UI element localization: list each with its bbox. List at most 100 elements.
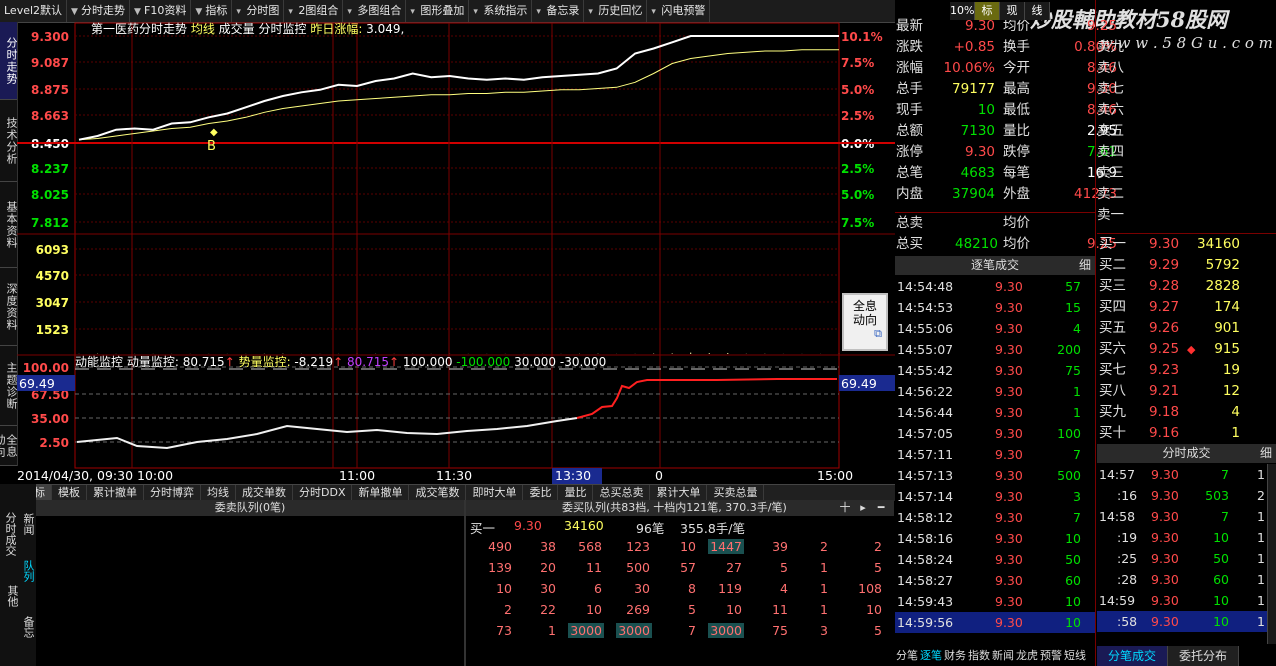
view-toggle-3[interactable]: 线 <box>1025 2 1050 20</box>
minute-trade-row[interactable]: 14:57 9.30 7 1 <box>1097 464 1267 485</box>
indicator-tab-13[interactable]: 累计大单 <box>650 485 708 501</box>
footer-tab-6[interactable]: 预警 <box>1039 646 1063 666</box>
trade-row[interactable]: 14:56:44 9.30 1 <box>895 402 1095 423</box>
indicator-tab-7[interactable]: 新单撤单 <box>352 485 410 501</box>
indicator-tab-11[interactable]: 量比 <box>558 485 594 501</box>
trade-time: 14:58:27 <box>897 573 954 588</box>
trade-row[interactable]: 14:56:22 9.30 1 <box>895 381 1095 402</box>
total-buy-vol: 48210 <box>955 236 998 252</box>
trade-row[interactable]: 14:55:42 9.30 75 <box>895 360 1095 381</box>
side-tab-1[interactable]: 新闻 <box>18 504 35 544</box>
trade-row[interactable]: 14:57:11 9.30 7 <box>895 444 1095 465</box>
indicator-tab-5[interactable]: 成交单数 <box>236 485 293 501</box>
toolbar-item-9[interactable]: ▾ 备忘录 <box>532 0 585 22</box>
indicator-tab-3[interactable]: 分时博弈 <box>144 485 201 501</box>
buy-level-price: 9.25 <box>1149 341 1180 357</box>
buy-level-label: 买四 <box>1099 299 1126 315</box>
trade-row[interactable]: 14:54:53 9.30 15 <box>895 297 1095 318</box>
indicator-tab-6[interactable]: 分时DDX <box>293 485 353 501</box>
trade-time: 14:57:11 <box>897 447 954 462</box>
toolbar-item-11[interactable]: ▾ 闪电预警 <box>647 0 711 22</box>
toolbar-item-2[interactable]: ▼ F10资料 <box>130 0 192 22</box>
indicator-tab-4[interactable]: 均线 <box>201 485 236 501</box>
toolbar-item-4[interactable]: ▾ 分时图 <box>232 0 285 22</box>
buy-level-label: 买一 <box>1099 236 1126 252</box>
footer-tab-2[interactable]: 财务 <box>943 646 967 666</box>
footer-right-tab-1[interactable]: 委托分布 <box>1168 646 1239 666</box>
side-tab-0[interactable]: 分时成交 <box>0 504 17 564</box>
footer-right-tab-0[interactable]: 分笔成交 <box>1097 646 1168 666</box>
buy-level-price: 9.26 <box>1149 320 1180 336</box>
trade-row[interactable]: 14:57:13 9.30 500 <box>895 465 1095 486</box>
minute-trade-row[interactable]: :25 9.30 50 1 <box>1097 548 1267 569</box>
left-tab-2[interactable]: 基本资料 <box>0 182 18 268</box>
side-tab-4[interactable]: 备忘 <box>18 602 35 652</box>
buy-level-row: 买一 9.30 34160 <box>1097 234 1276 255</box>
footer-tab-5[interactable]: 龙虎 <box>1015 646 1039 666</box>
secondary-side-tabs: 分时成交 新闻队列 其他 备忘 <box>0 484 36 666</box>
indicator-header-part-5: -8.219 <box>291 355 334 369</box>
stat-value: 7130 <box>960 123 995 139</box>
toolbar-item-7[interactable]: ▾ 图形叠加 <box>406 0 470 22</box>
left-tab-4[interactable]: 主题诊断 <box>0 346 18 426</box>
trades-detail-button[interactable]: 细 <box>1079 256 1091 275</box>
minute-trade-time: :19 <box>1117 530 1138 545</box>
buy-level-row: 买九 9.18 4 <box>1097 402 1276 423</box>
indicator-tab-14[interactable]: 买卖总量 <box>707 485 765 501</box>
minute-trades-detail-button[interactable]: 细 <box>1260 444 1272 463</box>
footer-tab-7[interactable]: 短线 <box>1063 646 1087 666</box>
side-tab-3[interactable]: 其他 <box>2 576 19 616</box>
indicator-tab-10[interactable]: 委比 <box>523 485 559 501</box>
footer-tab-4[interactable]: 新闻 <box>991 646 1015 666</box>
toolbar-item-0[interactable]: Level2默认 <box>0 0 68 22</box>
info-popup-button[interactable]: 全息动向 ⧉ <box>842 293 888 351</box>
scrollbar[interactable] <box>1267 464 1276 644</box>
queue-control-2[interactable]: ━ <box>872 500 890 516</box>
left-tab-3[interactable]: 深度资料 <box>0 268 18 346</box>
trade-row[interactable]: 14:57:05 9.30 100 <box>895 423 1095 444</box>
side-tab-2[interactable]: 队列 <box>18 549 35 593</box>
minute-trade-row[interactable]: 14:59 9.30 10 1 <box>1097 590 1267 611</box>
buy-one-buy1_avg: 355.8手/笔 <box>680 521 745 536</box>
indicator-tab-12[interactable]: 总买总卖 <box>593 485 651 501</box>
trade-row[interactable]: 14:54:48 9.30 57 <box>895 276 1095 297</box>
footer-tab-0[interactable]: 分笔 <box>895 646 919 666</box>
left-tab-0[interactable]: 分时走势 <box>0 22 18 100</box>
trade-row[interactable]: 14:58:12 9.30 7 <box>895 507 1095 528</box>
toolbar-item-10[interactable]: ▾ 历史回忆 <box>584 0 648 22</box>
trade-row[interactable]: 14:58:24 9.30 50 <box>895 549 1095 570</box>
minute-trade-row[interactable]: :16 9.30 503 2 <box>1097 485 1267 506</box>
trade-row[interactable]: 14:55:06 9.30 4 <box>895 318 1095 339</box>
minute-trade-row[interactable]: 14:58 9.30 7 1 <box>1097 506 1267 527</box>
minute-trade-row[interactable]: :28 9.30 60 1 <box>1097 569 1267 590</box>
indicator-tab-1[interactable]: 模板 <box>52 485 87 501</box>
indicator-tab-2[interactable]: 累计撤单 <box>87 485 144 501</box>
toolbar-item-1[interactable]: ▼ 分时走势 <box>67 0 131 22</box>
intraday-chart[interactable]: 9.30010.1%9.0877.5%8.8755.0%8.6632.5%8.4… <box>17 22 895 484</box>
left-tab-1[interactable]: 技术分析 <box>0 100 18 182</box>
queue-control-0[interactable]: 十 <box>836 500 854 516</box>
minute-trade-row[interactable]: :19 9.30 10 1 <box>1097 527 1267 548</box>
footer-tab-1[interactable]: 逐笔 <box>919 646 943 666</box>
trade-row[interactable]: 14:58:27 9.30 60 <box>895 570 1095 591</box>
view-toggle-1[interactable]: 标 <box>975 2 1000 20</box>
indicator-tab-9[interactable]: 即时大单 <box>466 485 524 501</box>
queue-control-1[interactable]: ▸ <box>854 500 872 516</box>
left-tab-5[interactable]: 全息动向 <box>0 426 18 466</box>
minute-trade-row[interactable]: :58 9.30 10 1 <box>1097 611 1267 632</box>
trade-row[interactable]: 14:57:14 9.30 3 <box>895 486 1095 507</box>
trade-row[interactable]: 14:55:07 9.30 200 <box>895 339 1095 360</box>
indicator-tab-8[interactable]: 成交笔数 <box>409 485 467 501</box>
trade-row[interactable]: 14:58:16 9.30 10 <box>895 528 1095 549</box>
trade-row[interactable]: 14:59:56 9.30 10 <box>895 612 1095 633</box>
minute-trades-header: 分时成交 细 <box>1097 444 1276 463</box>
toolbar-item-8[interactable]: ▾ 系统指示 <box>469 0 533 22</box>
trade-volume: 15 <box>1065 300 1081 315</box>
view-toggle-2[interactable]: 现 <box>1000 2 1025 20</box>
trade-row[interactable]: 14:59:43 9.30 10 <box>895 591 1095 612</box>
toolbar-item-6[interactable]: ▾ 多图组合 <box>343 0 407 22</box>
footer-tab-3[interactable]: 指数 <box>967 646 991 666</box>
view-toggle-0[interactable]: 10% <box>950 2 975 20</box>
toolbar-item-5[interactable]: ▾ 2图组合 <box>284 0 344 22</box>
toolbar-item-3[interactable]: ▼ 指标 <box>191 0 233 22</box>
